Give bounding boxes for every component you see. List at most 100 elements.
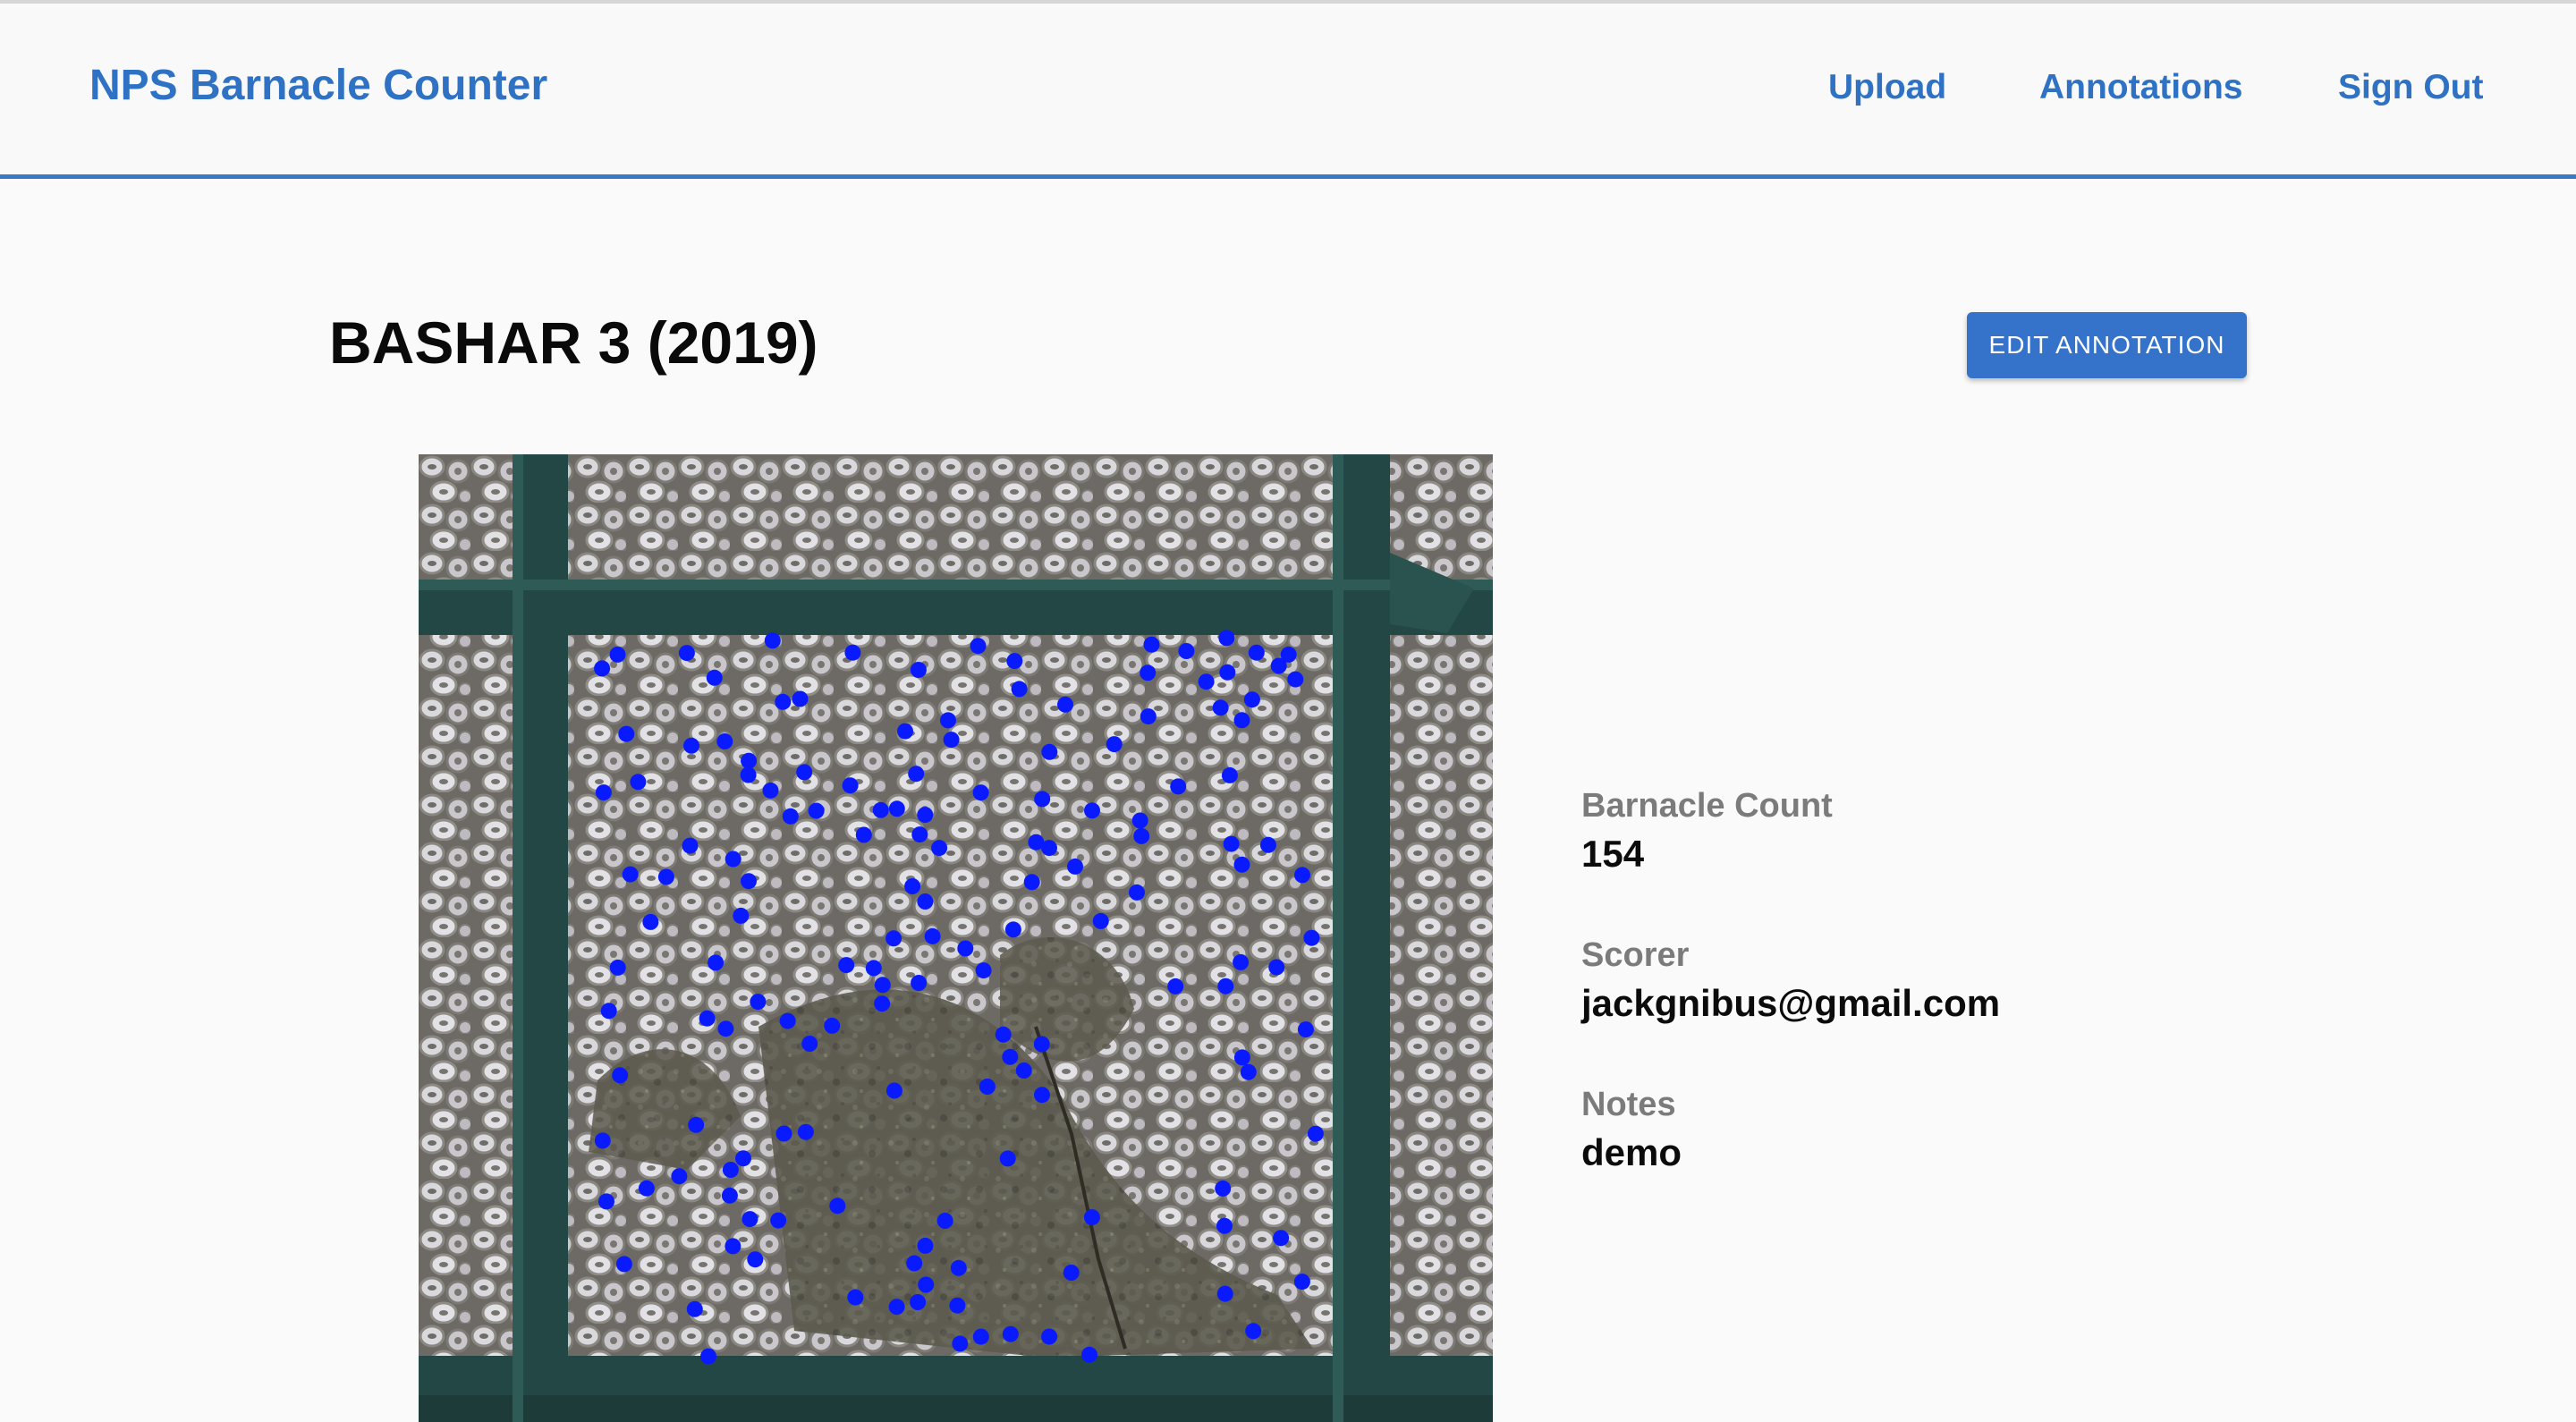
scorer-label: Scorer [1581,936,1690,974]
barnacle-marker [775,1125,792,1142]
annotated-quadrat-image [419,454,1493,1422]
barnacle-marker [1140,664,1157,681]
barnacle-marker [1133,827,1150,844]
barnacle-marker [1216,1285,1233,1302]
barnacle-marker [721,1187,738,1204]
barnacle-marker [995,1026,1012,1043]
barnacle-marker [950,1259,967,1276]
barnacle-marker [1131,812,1148,829]
barnacle-marker [622,866,639,883]
barnacle-marker [618,725,635,742]
barnacle-marker [609,959,626,976]
barnacle-marker [924,927,941,944]
barnacle-marker [1034,791,1051,808]
barnacle-marker [1081,1346,1097,1363]
barnacle-marker [1023,874,1040,891]
barnacle-marker [747,1251,764,1268]
edit-annotation-button[interactable]: EDIT ANNOTATION [1967,312,2247,378]
barnacle-marker [797,1123,814,1140]
barnacle-marker [1233,856,1250,873]
barnacle-marker [657,868,674,885]
barnacle-marker [642,913,659,930]
barnacle-marker [886,1082,902,1099]
barnacle-marker [888,1299,905,1316]
barnacle-marker [808,802,825,819]
barnacle-marker [1216,1217,1233,1234]
scorer-value: jackgnibus@gmail.com [1581,982,2001,1024]
barnacle-marker [741,873,757,890]
barnacle-marker [1233,953,1250,970]
barnacle-marker [943,732,960,749]
brand-link[interactable]: NPS Barnacle Counter [89,61,547,110]
barnacle-marker [972,1328,989,1345]
barnacle-marker [911,975,928,991]
nav-upload-link[interactable]: Upload [1828,68,1946,107]
barnacle-marker [874,977,891,994]
barnacle-marker [1015,1062,1032,1079]
barnacle-marker [595,784,612,801]
barnacle-marker [1063,1265,1080,1281]
nav-annotations-link[interactable]: Annotations [2039,68,2242,107]
barnacle-marker [917,807,934,824]
barnacle-marker [1297,1021,1314,1038]
barnacle-marker [609,646,626,663]
barnacle-marker [1212,699,1229,716]
barnacle-marker [1140,708,1157,725]
barnacle-marker [1240,1063,1257,1080]
barnacle-marker [999,1150,1016,1167]
barnacle-marker [683,737,699,754]
barnacle-marker [1218,630,1235,647]
barnacle-marker [1215,1180,1232,1197]
barnacle-marker [940,712,956,729]
barnacle-marker [724,1238,741,1255]
barnacle-marker [1041,743,1058,760]
barnacle-count-value: 154 [1581,833,1645,875]
barnacle-marker [1129,884,1145,901]
barnacle-marker [699,1010,716,1027]
barnacle-marker [638,1180,655,1197]
barnacle-marker [1084,802,1100,819]
barnacle-marker [782,808,799,825]
notes-value: demo [1581,1131,1682,1173]
barnacle-marker [1248,644,1265,661]
barnacle-marker [874,995,891,1012]
barnacle-marker [1067,858,1083,875]
barnacle-marker [975,962,992,979]
nav-sign-out-link[interactable]: Sign Out [2338,68,2483,107]
barnacle-marker [594,660,611,677]
barnacle-marker [1243,691,1260,708]
barnacle-marker [770,1212,787,1229]
barnacle-marker [897,723,913,740]
barnacle-marker [615,1256,632,1273]
barnacle-marker [1198,673,1215,690]
barnacle-marker [708,954,724,971]
barnacle-marker [1006,653,1023,670]
barnacle-marker [917,893,934,910]
barnacle-marker [740,766,757,783]
barnacle-marker [918,1276,935,1293]
barnacle-marker [979,1079,996,1095]
annotation-details: Barnacle Count 154 Scorer jackgnibus@gma… [1581,787,2386,1235]
barnacle-count-label: Barnacle Count [1581,787,1833,825]
barnacle-marker [1034,1087,1050,1104]
barnacle-marker [1221,766,1238,783]
barnacle-marker [716,733,733,749]
barnacle-marker [908,766,925,783]
barnacle-marker [1219,664,1236,681]
barnacle-marker [741,1211,758,1228]
barnacle-marker [824,1017,841,1034]
barnacle-marker [724,851,741,868]
barnacle-marker [1233,712,1250,729]
navbar: NPS Barnacle Counter Upload Annotations … [0,4,2576,179]
barnacle-marker [1273,1230,1290,1247]
barnacle-marker [801,1036,818,1052]
scorer-section: Scorer jackgnibus@gmail.com [1581,936,2386,1025]
notes-label: Notes [1581,1086,1676,1123]
barnacle-marker [1028,834,1045,851]
barnacle-marker [722,1162,739,1178]
barnacle-marker [888,800,905,817]
barnacle-marker [855,826,872,843]
barnacle-marker [1268,959,1285,976]
barnacle-marker [886,930,902,947]
notes-section: Notes demo [1581,1086,2386,1174]
